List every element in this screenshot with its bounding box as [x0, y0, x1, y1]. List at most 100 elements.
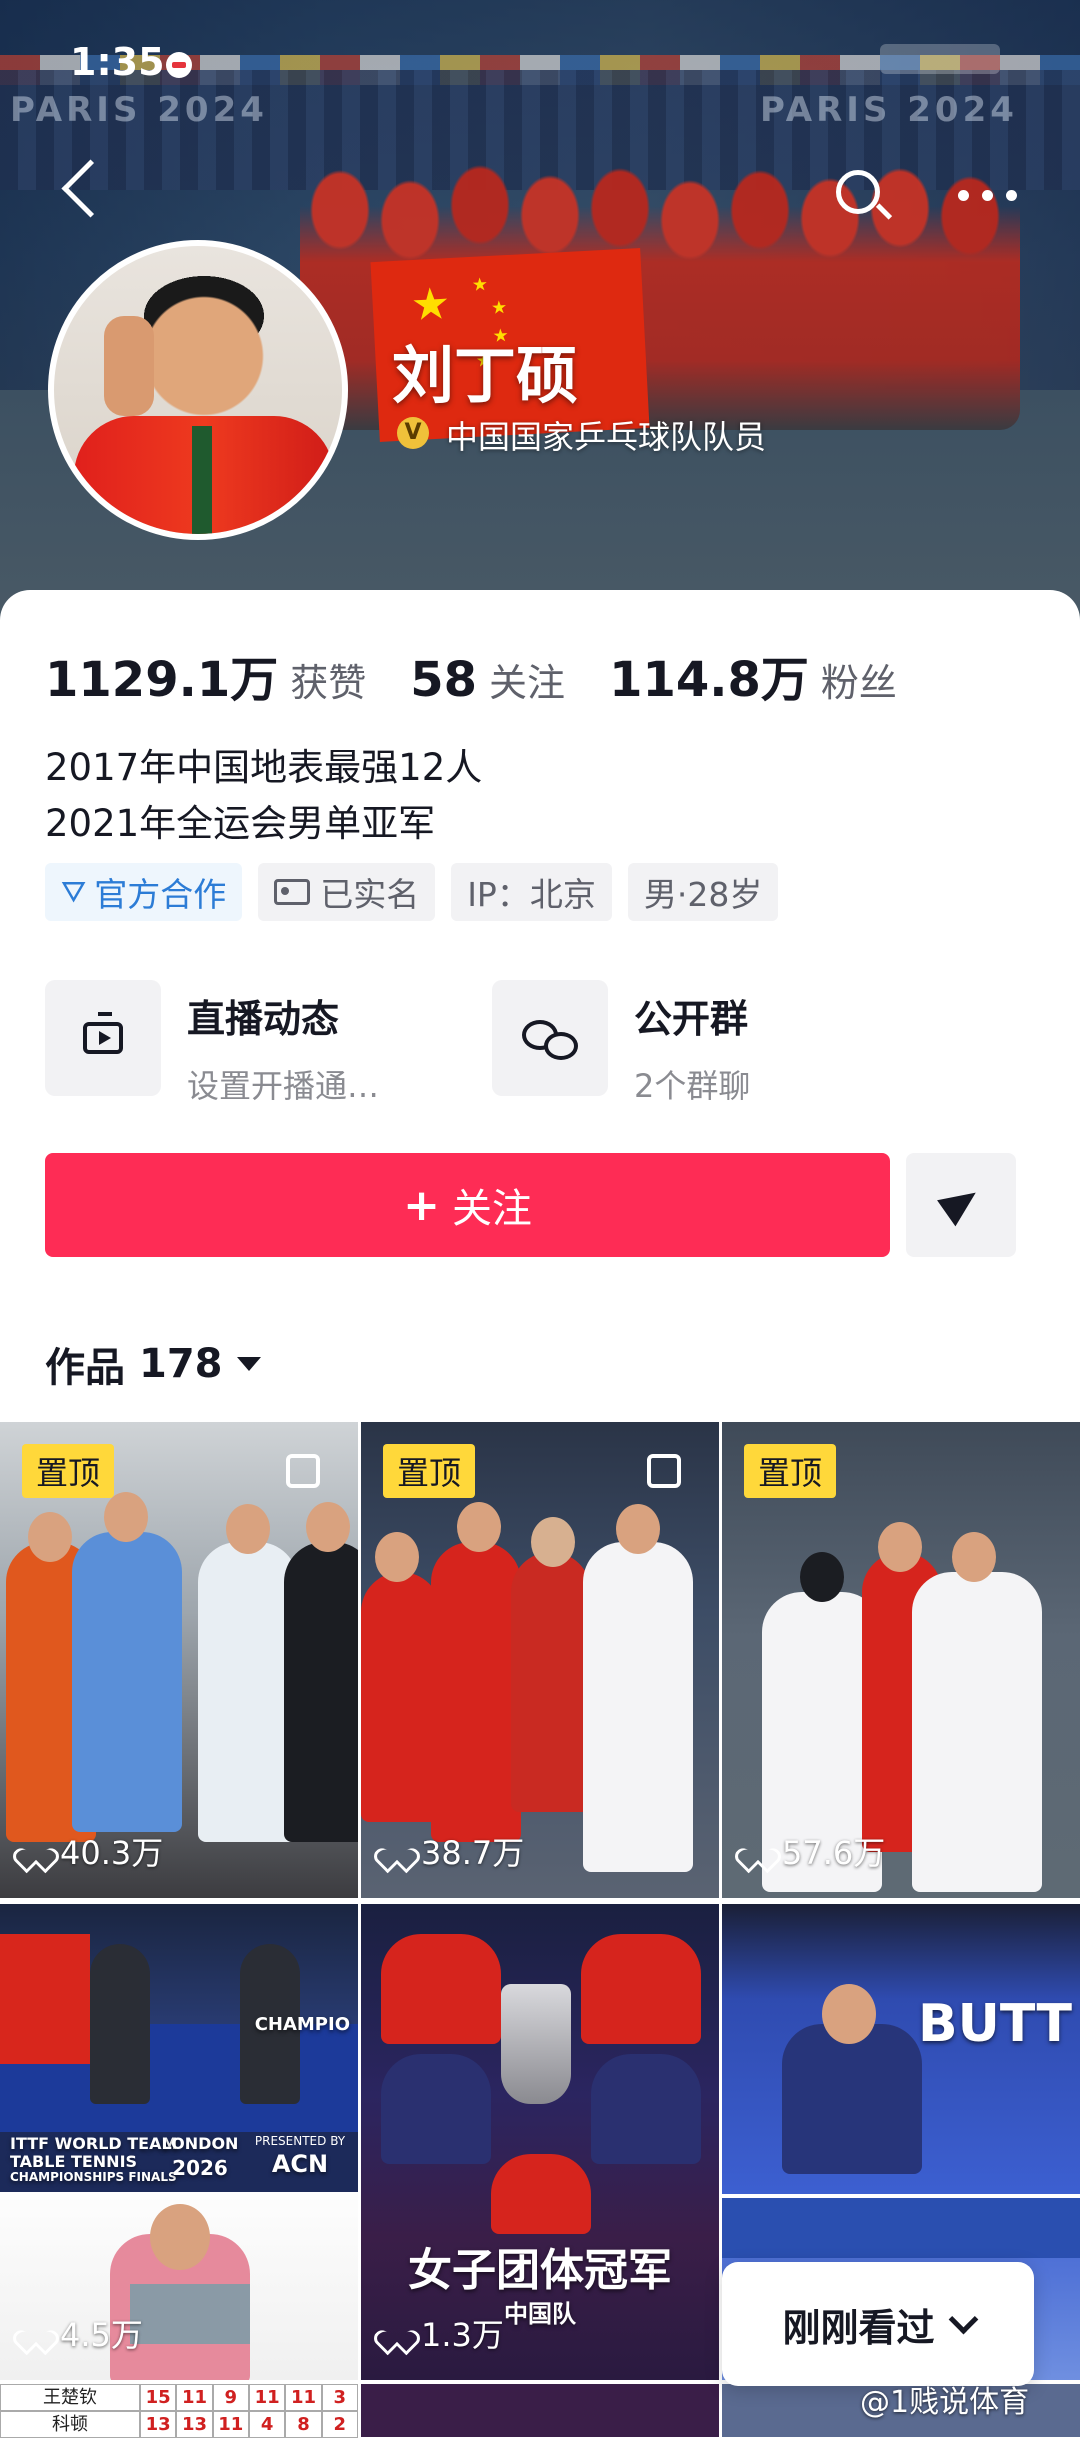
bio-line: 2021年全运会男单亚军: [45, 802, 436, 845]
following-count[interactable]: 58: [410, 652, 477, 708]
tag-label: 已实名: [320, 875, 420, 914]
likes-count: 40.3万: [60, 1834, 164, 1872]
ip-location-tag: IP：北京: [451, 863, 612, 921]
status-time: 1:35: [70, 40, 165, 84]
score-cell: 2: [321, 2411, 358, 2438]
chevron-down-icon: [948, 2304, 978, 2334]
video-thumbnail[interactable]: 置顶 38.7万: [361, 1422, 719, 1898]
likes-count: 1.3万: [421, 2316, 504, 2354]
profile-stats: 1129.1万 获赞 58 关注 114.8万 粉丝: [45, 640, 941, 708]
chat-icon: [544, 1032, 578, 1060]
avatar[interactable]: [48, 240, 348, 540]
more-icon[interactable]: [958, 190, 1018, 202]
heart-icon: [381, 2318, 413, 2348]
works-label: 作品: [45, 1345, 125, 1391]
likes-label[interactable]: 获赞: [290, 652, 366, 707]
live-feature-icon-box: [45, 980, 161, 1096]
score-cell: 3: [321, 2384, 358, 2411]
profile-bio: 2017年中国地表最强12人 2021年全运会男单亚军: [45, 740, 482, 852]
video-thumbnail[interactable]: 置顶 57.6万: [722, 1422, 1080, 1898]
heart-icon: [20, 1836, 52, 1866]
score-cell: 9: [212, 2384, 249, 2411]
profile-tags: ⛛ 官方合作 已实名 IP：北京 男·28岁: [45, 863, 794, 921]
recently-viewed-label: 刚刚看过: [782, 2305, 935, 2350]
following-label[interactable]: 关注: [489, 652, 565, 707]
profile-name: 刘丁硕: [392, 339, 579, 412]
score-player-name: 王楚钦: [0, 2384, 140, 2411]
score-table: 王楚钦 15 11 9 11 11 3 科顿 13 13 11 4 8 2: [0, 2384, 358, 2438]
follow-label: 关注: [451, 1186, 532, 1232]
video-likes: 1.3万: [381, 2310, 504, 2356]
champion-title: 女子团体冠军: [408, 2245, 672, 2296]
plus-icon: +: [403, 1179, 440, 1231]
watermark: @1贱说体育: [860, 2385, 1030, 2420]
official-partner-tag[interactable]: ⛛ 官方合作: [45, 863, 243, 921]
video-thumbnail[interactable]: CHAMPIO ITTF WORLD TEAM TABLE TENNIS CHA…: [0, 1904, 358, 2380]
select-checkbox[interactable]: [286, 1454, 320, 1488]
banner-text: CHAMPIO: [254, 2014, 350, 2035]
status-icons: [880, 44, 1000, 74]
live-feature-subtitle: 设置开播通…: [187, 1067, 380, 1105]
select-checkbox[interactable]: [647, 1454, 681, 1488]
caret-down-icon: [236, 1357, 261, 1371]
live-feature-title: 直播动态: [187, 997, 340, 1041]
tag-label: IP：北京: [467, 875, 596, 914]
score-cell: 8: [285, 2411, 322, 2438]
followers-label[interactable]: 粉丝: [821, 652, 897, 707]
heart-icon: [20, 2318, 52, 2348]
likes-count: 4.5万: [60, 2316, 143, 2354]
group-feature-subtitle: 2个群聊: [634, 1067, 751, 1105]
id-card-icon: [274, 879, 311, 905]
video-thumbnail-partial[interactable]: [361, 2384, 719, 2437]
real-name-tag: 已实名: [258, 863, 436, 921]
sponsor-line: PRESENTED BY: [254, 2134, 346, 2148]
official-icon: ⛛: [61, 874, 87, 910]
tag-label: 男·28岁: [643, 875, 763, 914]
sponsor-name: ACN: [271, 2150, 329, 2178]
pinned-badge: 置顶: [383, 1444, 476, 1498]
score-player-name: 科顿: [0, 2411, 140, 2438]
score-cell: 11: [212, 2411, 249, 2438]
bio-line: 2017年中国地表最强12人: [45, 746, 483, 789]
search-icon[interactable]: [836, 170, 880, 214]
pinned-badge: 置顶: [22, 1444, 115, 1498]
send-message-button[interactable]: [906, 1153, 1016, 1257]
likes-count: 57.6万: [782, 1834, 886, 1872]
tag-label: 官方合作: [94, 875, 227, 914]
likes-count[interactable]: 1129.1万: [45, 640, 278, 710]
verified-badge-icon: V: [397, 417, 429, 449]
banner-paris-text: PARIS 2024: [10, 90, 268, 130]
recently-viewed-button[interactable]: 刚刚看过: [722, 2262, 1034, 2386]
live-feature[interactable]: 直播动态 设置开播通…: [45, 980, 379, 1107]
score-cell: 4: [248, 2411, 286, 2438]
likes-count: 38.7万: [421, 1834, 525, 1872]
score-cell: 13: [176, 2411, 213, 2438]
score-cell: 13: [140, 2411, 177, 2438]
heart-icon: [742, 1836, 774, 1866]
works-count: 178: [139, 1341, 223, 1387]
event-city: LONDON: [161, 2134, 239, 2153]
group-feature-icon-box: [492, 980, 608, 1096]
followers-count[interactable]: 114.8万: [609, 640, 809, 710]
video-likes: 40.3万: [20, 1828, 163, 1874]
video-likes: 4.5万: [20, 2310, 143, 2356]
heart-icon: [381, 1836, 413, 1866]
works-tab[interactable]: 作品 178: [45, 1335, 261, 1393]
group-feature-title: 公开群: [634, 997, 749, 1041]
send-icon: [937, 1179, 985, 1227]
group-chat-feature[interactable]: 公开群 2个群聊: [492, 980, 750, 1107]
score-cell: 11: [176, 2384, 213, 2411]
tv-icon: [83, 1012, 123, 1054]
verification-text: 中国国家乒乓球队队员: [446, 418, 767, 456]
video-likes: 38.7万: [381, 1828, 524, 1874]
video-thumbnail[interactable]: 置顶 40.3万: [0, 1422, 358, 1898]
gender-age-tag: 男·28岁: [627, 863, 779, 921]
score-cell: 15: [140, 2384, 177, 2411]
video-likes: 57.6万: [742, 1828, 885, 1874]
banner-paris-text: PARIS 2024: [760, 90, 1018, 130]
score-cell: 11: [248, 2384, 286, 2411]
event-year: 2026: [172, 2156, 228, 2180]
video-thumbnail[interactable]: 女子团体冠军 中国队 1.3万: [361, 1904, 719, 2380]
recording-indicator-icon: [166, 52, 192, 78]
follow-button[interactable]: + 关注: [45, 1153, 890, 1257]
